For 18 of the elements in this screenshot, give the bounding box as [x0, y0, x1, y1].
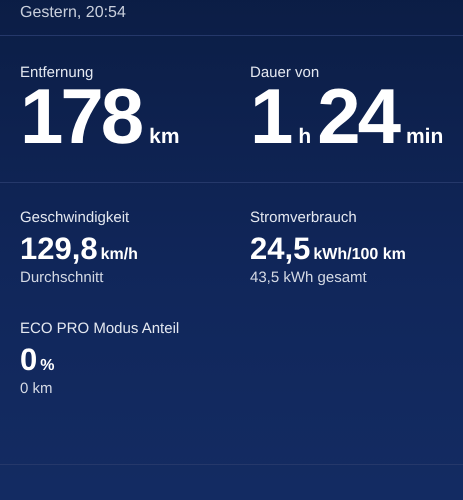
- stat-unit: %: [40, 357, 54, 375]
- stat-label: Geschwindigkeit: [20, 209, 130, 226]
- stat-label: Stromverbrauch: [250, 209, 357, 226]
- summary-unit: min: [406, 125, 444, 149]
- stat-label: ECO PRO Modus Anteil: [20, 320, 180, 337]
- stat-unit: km/h: [100, 246, 138, 264]
- summary-label: Entfernung: [20, 64, 94, 81]
- stat-value: 24,5: [250, 232, 310, 266]
- stat-note: Durchschnitt: [20, 269, 104, 286]
- summary-unit: km: [149, 125, 180, 149]
- stat-unit: kWh/100 km: [313, 246, 406, 264]
- summary-value: 24: [317, 77, 398, 155]
- trip-date: Gestern, 20:54: [20, 4, 126, 21]
- stat-value: 0: [20, 343, 38, 378]
- summary-unit: h: [298, 125, 312, 149]
- stat-note: 0 km: [20, 380, 53, 398]
- stat-note: 43,5 kWh gesamt: [250, 269, 367, 286]
- stat-value: 129,8: [20, 232, 98, 266]
